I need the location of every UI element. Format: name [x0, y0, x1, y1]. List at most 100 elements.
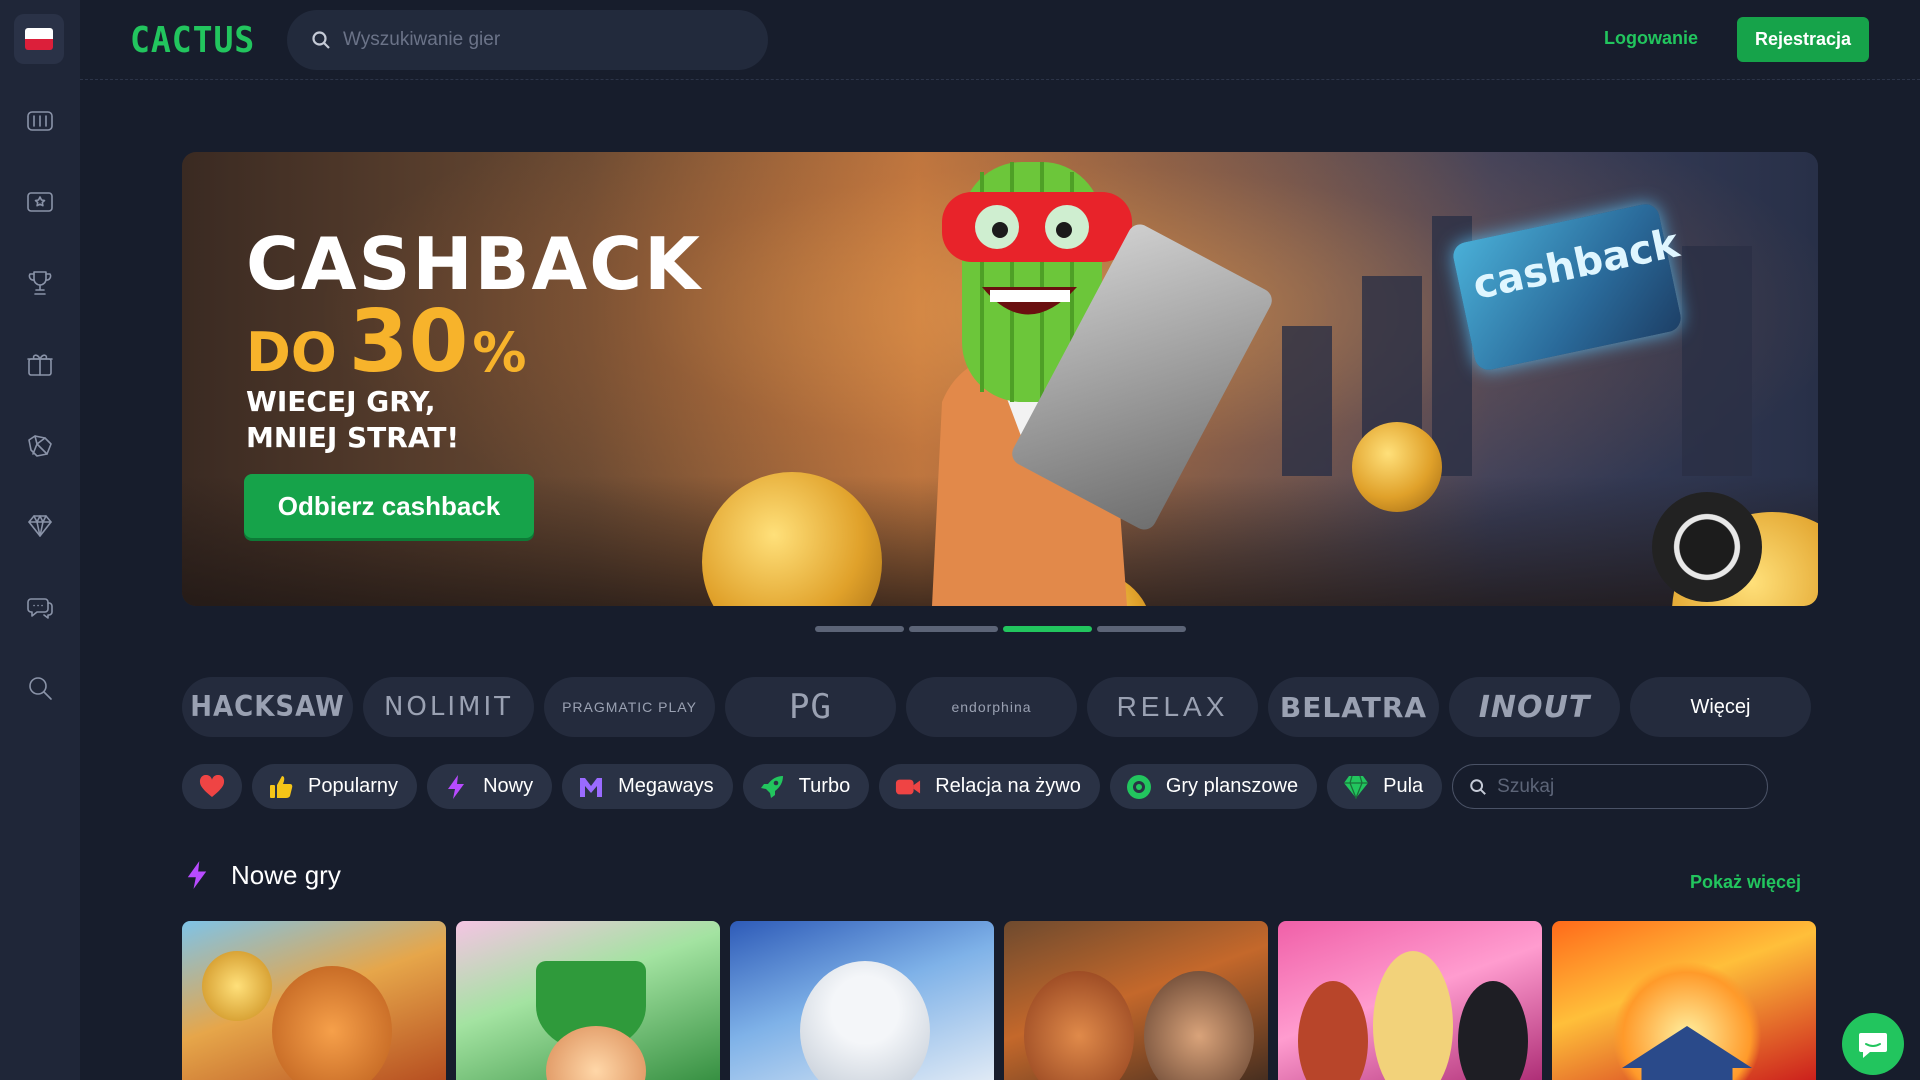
carousel-dots	[815, 626, 1186, 632]
category-label: Gry planszowe	[1165, 775, 1299, 797]
board-games-icon	[1126, 774, 1152, 800]
live-casino-icon[interactable]	[20, 182, 60, 222]
cactus-logo[interactable]: CACTUS	[130, 20, 255, 61]
banner-subtitle-line: MNIEJ STRAT!	[246, 421, 460, 454]
thumbs-up-icon	[268, 774, 294, 800]
megaways-icon	[578, 774, 604, 800]
category-jackpot[interactable]: Pula	[1327, 764, 1443, 809]
category-label: Nowy	[483, 775, 534, 797]
slots-icon[interactable]	[20, 101, 60, 141]
game-tile-girls[interactable]	[1278, 921, 1542, 1080]
banner-subtitle-line: WIECEJ GRY,	[246, 385, 436, 418]
category-label: Relacja na żywo	[935, 775, 1081, 797]
game-search-input[interactable]	[343, 29, 743, 51]
banner-percent-sign: %	[472, 321, 527, 384]
favorites-filter[interactable]	[182, 764, 242, 809]
lightning-icon	[443, 774, 469, 800]
provider-logo-text: PG	[789, 687, 832, 727]
live-camera-icon	[895, 774, 921, 800]
tournaments-icon[interactable]	[20, 263, 60, 303]
banner-building	[1682, 246, 1752, 476]
carousel-dot[interactable]	[815, 626, 904, 632]
vip-diamond-icon[interactable]	[20, 506, 60, 546]
provider-logo-text: HACKSAW	[190, 690, 345, 724]
category-label: Popularny	[308, 775, 399, 797]
lightning-icon	[187, 861, 207, 889]
game-art-zeus	[800, 961, 930, 1080]
language-selector[interactable]	[14, 14, 64, 64]
game-art-warrior	[1024, 971, 1134, 1080]
game-art-girl	[1373, 951, 1453, 1080]
game-art-girl	[1458, 981, 1528, 1080]
category-new[interactable]: Nowy	[427, 764, 553, 809]
claim-cashback-button[interactable]: Odbierz cashback	[244, 474, 534, 538]
show-more-link[interactable]: Pokaż więcej	[1690, 872, 1801, 893]
game-art-tiger	[272, 966, 392, 1080]
rocket-icon	[759, 774, 785, 800]
game-tile-warriors[interactable]	[1004, 921, 1268, 1080]
game-tile-leprechaun[interactable]	[456, 921, 720, 1080]
heart-icon	[199, 774, 225, 797]
promotions-icon[interactable]	[20, 344, 60, 384]
category-board-games[interactable]: Gry planszowe	[1109, 764, 1318, 809]
category-turbo[interactable]: Turbo	[742, 764, 870, 809]
provider-relax[interactable]: RELAX	[1087, 677, 1258, 737]
provider-logo-text: PRAGMATIC PLAY	[562, 699, 697, 715]
casino-chip-image	[1652, 492, 1762, 602]
category-megaways[interactable]: Megaways	[562, 764, 733, 809]
gold-coin-image	[1352, 422, 1442, 512]
promo-banner[interactable]: cashback CASHBACK DO 30 % WIECEJ GRY, MN…	[182, 152, 1818, 606]
category-label: Megaways	[618, 775, 714, 797]
jackpot-diamond-icon	[1343, 774, 1369, 800]
poland-flag-icon	[25, 28, 53, 50]
provider-list: HACKSAW NOLIMIT PRAGMATIC PLAY PG endorp…	[182, 677, 1811, 737]
game-tile-tiger[interactable]	[182, 921, 446, 1080]
carousel-dot[interactable]	[909, 626, 998, 632]
category-filters: Popularny Nowy Megaways Turbo Relacja na…	[182, 764, 1769, 809]
provider-pg[interactable]: PG	[725, 677, 896, 737]
provider-logo-text: endorphina	[951, 699, 1032, 715]
category-label: Pula	[1383, 775, 1424, 797]
game-art-warrior	[1144, 971, 1254, 1080]
provider-logo-text: NOLIMIT	[383, 692, 514, 722]
provider-hacksaw[interactable]: HACKSAW	[182, 677, 353, 737]
category-popular[interactable]: Popularny	[252, 764, 418, 809]
provider-pragmatic-play[interactable]: PRAGMATIC PLAY	[544, 677, 715, 737]
provider-endorphina[interactable]: endorphina	[906, 677, 1077, 737]
support-chat-button[interactable]	[1842, 1013, 1904, 1075]
provider-nolimit[interactable]: NOLIMIT	[363, 677, 534, 737]
carousel-dot[interactable]	[1097, 626, 1186, 632]
search-icon[interactable]	[20, 668, 60, 708]
section-title-new-games: Nowe gry	[231, 860, 341, 890]
category-live[interactable]: Relacja na żywo	[879, 764, 1100, 809]
category-search-input[interactable]	[1497, 775, 1758, 798]
search-icon	[312, 31, 330, 49]
game-art-coin	[202, 951, 272, 1021]
banner-percent-value: 30	[348, 292, 469, 392]
chat-icon[interactable]	[20, 587, 60, 627]
banner-subtitle: WIECEJ GRY, MNIEJ STRAT!	[246, 384, 459, 456]
game-tile-pagoda[interactable]	[1552, 921, 1816, 1080]
top-header: CACTUS Logowanie Rejestracja	[80, 0, 1920, 80]
chat-bubble-icon	[1859, 1033, 1887, 1058]
new-games-row	[182, 921, 1816, 1080]
provider-logo-text: BELATRA	[1279, 690, 1428, 724]
game-art-girl	[1298, 981, 1368, 1080]
banner-percent-line: DO 30 %	[246, 292, 527, 392]
game-search-bar[interactable]	[287, 10, 768, 70]
sports-icon[interactable]	[20, 425, 60, 465]
game-tile-zeus[interactable]	[730, 921, 994, 1080]
register-button[interactable]: Rejestracja	[1737, 17, 1869, 62]
cashback-card-text: cashback	[1469, 220, 1683, 309]
provider-logo-text: RELAX	[1116, 691, 1229, 722]
providers-more-button[interactable]: Więcej	[1630, 677, 1811, 737]
provider-inout[interactable]: INOUT	[1449, 677, 1620, 737]
sidebar	[0, 0, 80, 1080]
category-search-bar[interactable]	[1452, 764, 1769, 809]
category-label: Turbo	[798, 775, 851, 797]
banner-do: DO	[246, 321, 337, 384]
banner-building	[1282, 326, 1332, 476]
login-link[interactable]: Logowanie	[1604, 28, 1698, 49]
provider-belatra[interactable]: BELATRA	[1268, 677, 1439, 737]
carousel-dot-active[interactable]	[1003, 626, 1092, 632]
